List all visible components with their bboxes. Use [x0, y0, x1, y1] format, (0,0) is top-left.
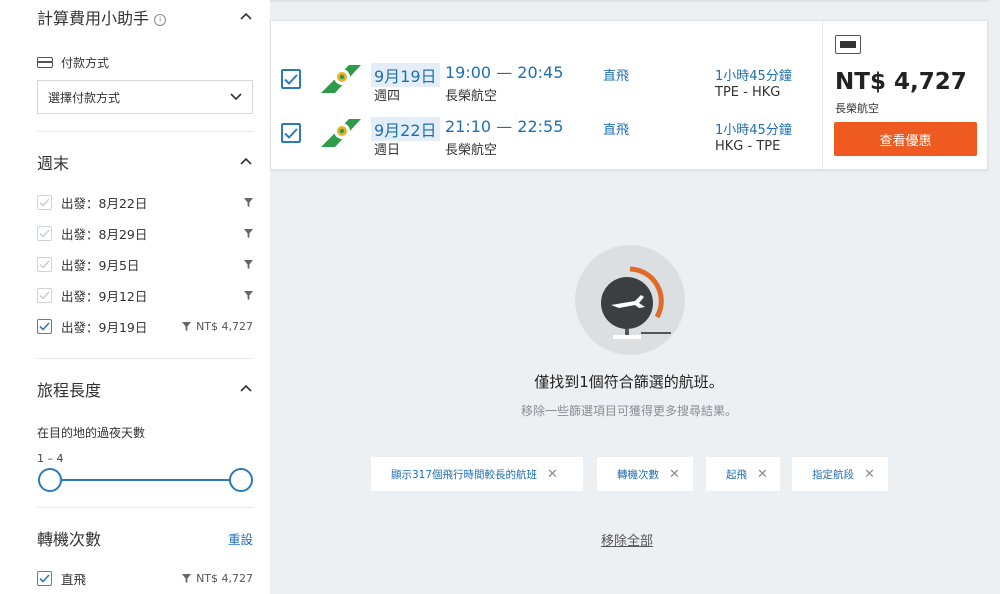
flight-result-card[interactable]: 9月19日 週四 19:00 — 20:45 長榮航空 直飛 1小時45分鐘 T… [270, 20, 988, 170]
weekend-item-label: 出發：9月19日 [61, 320, 148, 335]
filter-only-icon[interactable] [244, 229, 253, 238]
payment-select-value: 選擇付款方式 [48, 90, 121, 105]
eva-air-logo-icon [321, 119, 361, 147]
info-icon[interactable]: i [154, 13, 167, 26]
weekend-item[interactable]: 出發：8月29日 [37, 218, 253, 249]
payment-label: 付款方式 [61, 56, 110, 70]
weekend-item-label: 出發：8月29日 [61, 227, 148, 242]
filter-only-icon[interactable] [182, 574, 192, 583]
leg-stops: 直飛 [603, 69, 630, 84]
close-icon[interactable]: ✕ [757, 467, 768, 482]
filter-sidebar: 計算費用小助手 i 付款方式 選擇付款方式 週末 出發：8月22日 出發：8月2… [0, 0, 270, 594]
previous-card-edge [270, 0, 988, 2]
result-price-airline: 長榮航空 [835, 102, 879, 115]
stops-item[interactable]: 直飛 NT$ 4,727 [37, 563, 253, 594]
leg-weekday: 週四 [374, 89, 401, 104]
filter-only-icon[interactable] [244, 198, 253, 207]
view-deal-button[interactable]: 查看優惠 [834, 122, 977, 156]
checkbox[interactable] [37, 257, 52, 272]
payment-label-row: 付款方式 [37, 54, 109, 71]
leg-date: 9月22日 [371, 117, 440, 141]
filter-chip[interactable]: 起飛 ✕ [706, 457, 780, 491]
close-icon[interactable]: ✕ [669, 467, 680, 482]
divider [37, 131, 253, 132]
leg-duration: 1小時45分鐘 [715, 69, 792, 84]
price-column: NT$ 4,727 長榮航空 查看優惠 [822, 21, 989, 169]
result-price: NT$ 4,727 [835, 69, 967, 95]
weekend-item-price: NT$ 4,727 [196, 320, 253, 333]
no-results-hint: 移除一些篩選項目可獲得更多搜尋結果。 [520, 404, 737, 418]
weekend-item-label: 出發：8月22日 [61, 196, 148, 211]
leg-route: HKG ‐ TPE [715, 139, 781, 154]
stops-item-price: NT$ 4,727 [196, 572, 253, 585]
card-icon [37, 57, 53, 68]
leg-checkbox[interactable] [281, 123, 301, 143]
chevron-up-icon[interactable] [239, 382, 253, 396]
filter-chip-label: 起飛 [726, 468, 747, 481]
cost-helper-title: 計算費用小助手 i [37, 5, 167, 29]
weekend-list: 出發：8月22日 出發：8月29日 出發：9月5日 出發：9月12日 出發：9月… [37, 187, 253, 342]
leg-checkbox[interactable] [281, 69, 301, 89]
chevron-up-icon[interactable] [239, 10, 253, 24]
leg-route: TPE ‐ HKG [715, 85, 781, 100]
leg-airline: 長榮航空 [445, 143, 498, 158]
stops-reset-link[interactable]: 重設 [228, 529, 253, 548]
leg-stops: 直飛 [603, 123, 630, 138]
stops-header: 轉機次數 重設 [37, 526, 253, 550]
weekend-item[interactable]: 出發：8月22日 [37, 187, 253, 218]
chevron-down-icon [230, 93, 242, 101]
filter-only-icon[interactable] [244, 260, 253, 269]
weekend-item[interactable]: 出發：9月5日 [37, 249, 253, 280]
leg-duration: 1小時45分鐘 [715, 123, 792, 138]
filter-chip-label: 轉機次數 [617, 468, 659, 481]
checkbox-checked[interactable] [37, 319, 52, 334]
filter-only-icon[interactable] [244, 291, 253, 300]
chevron-up-icon[interactable] [239, 155, 253, 169]
filter-chip[interactable]: 顯示317個飛行時間較長的航班 ✕ [371, 457, 583, 491]
cost-helper-header[interactable]: 計算費用小助手 i [37, 5, 253, 29]
checkbox[interactable] [37, 195, 52, 210]
leg-date: 9月19日 [371, 63, 440, 87]
active-filter-chips: 顯示317個飛行時間較長的航班 ✕ 轉機次數 ✕ 起飛 ✕ 指定航段 ✕ [0, 457, 1000, 491]
weekend-item-label: 出發：9月12日 [61, 289, 148, 304]
filter-chip-label: 顯示317個飛行時間較長的航班 [391, 468, 538, 481]
stops-title: 轉機次數 [37, 530, 102, 549]
filter-only-icon[interactable] [182, 322, 192, 331]
checkbox[interactable] [37, 226, 52, 241]
remove-all-filters-link[interactable]: 移除全部 [601, 530, 653, 549]
filter-chip[interactable]: 指定航段 ✕ [792, 457, 888, 491]
leg-time: 19:00 — 20:45 [445, 63, 564, 82]
globe-illustration-icon [575, 245, 685, 355]
checkbox-checked[interactable] [37, 571, 52, 586]
checkbox[interactable] [37, 288, 52, 303]
divider [37, 507, 253, 508]
weekend-item[interactable]: 出發：9月19日 NT$ 4,727 [37, 311, 253, 342]
trip-length-header[interactable]: 旅程長度 [37, 377, 253, 401]
weekend-title: 週末 [37, 154, 70, 173]
filter-chip-label: 指定航段 [812, 468, 854, 481]
close-icon[interactable]: ✕ [547, 467, 558, 482]
weekend-header[interactable]: 週末 [37, 150, 253, 174]
nights-label: 在目的地的過夜天數 [37, 426, 146, 440]
ticket-icon [835, 35, 861, 54]
flight-leg-outbound[interactable]: 9月19日 週四 19:00 — 20:45 長榮航空 直飛 1小時45分鐘 T… [271, 58, 821, 108]
no-results-message: 僅找到1個符合篩選的航班。 [534, 373, 724, 391]
weekend-item[interactable]: 出發：9月12日 [37, 280, 253, 311]
stops-item-label: 直飛 [61, 572, 87, 587]
close-icon[interactable]: ✕ [864, 467, 875, 482]
payment-method-select[interactable]: 選擇付款方式 [37, 80, 253, 114]
flight-leg-return[interactable]: 9月22日 週日 21:10 — 22:55 長榮航空 直飛 1小時45分鐘 H… [271, 112, 821, 162]
weekend-item-label: 出發：9月5日 [61, 258, 140, 273]
trip-length-title: 旅程長度 [37, 381, 102, 400]
filter-chip[interactable]: 轉機次數 ✕ [597, 457, 693, 491]
leg-airline: 長榮航空 [445, 89, 498, 104]
eva-air-logo-icon [321, 65, 361, 93]
leg-weekday: 週日 [374, 143, 401, 158]
divider [37, 358, 253, 359]
leg-time: 21:10 — 22:55 [445, 117, 564, 136]
